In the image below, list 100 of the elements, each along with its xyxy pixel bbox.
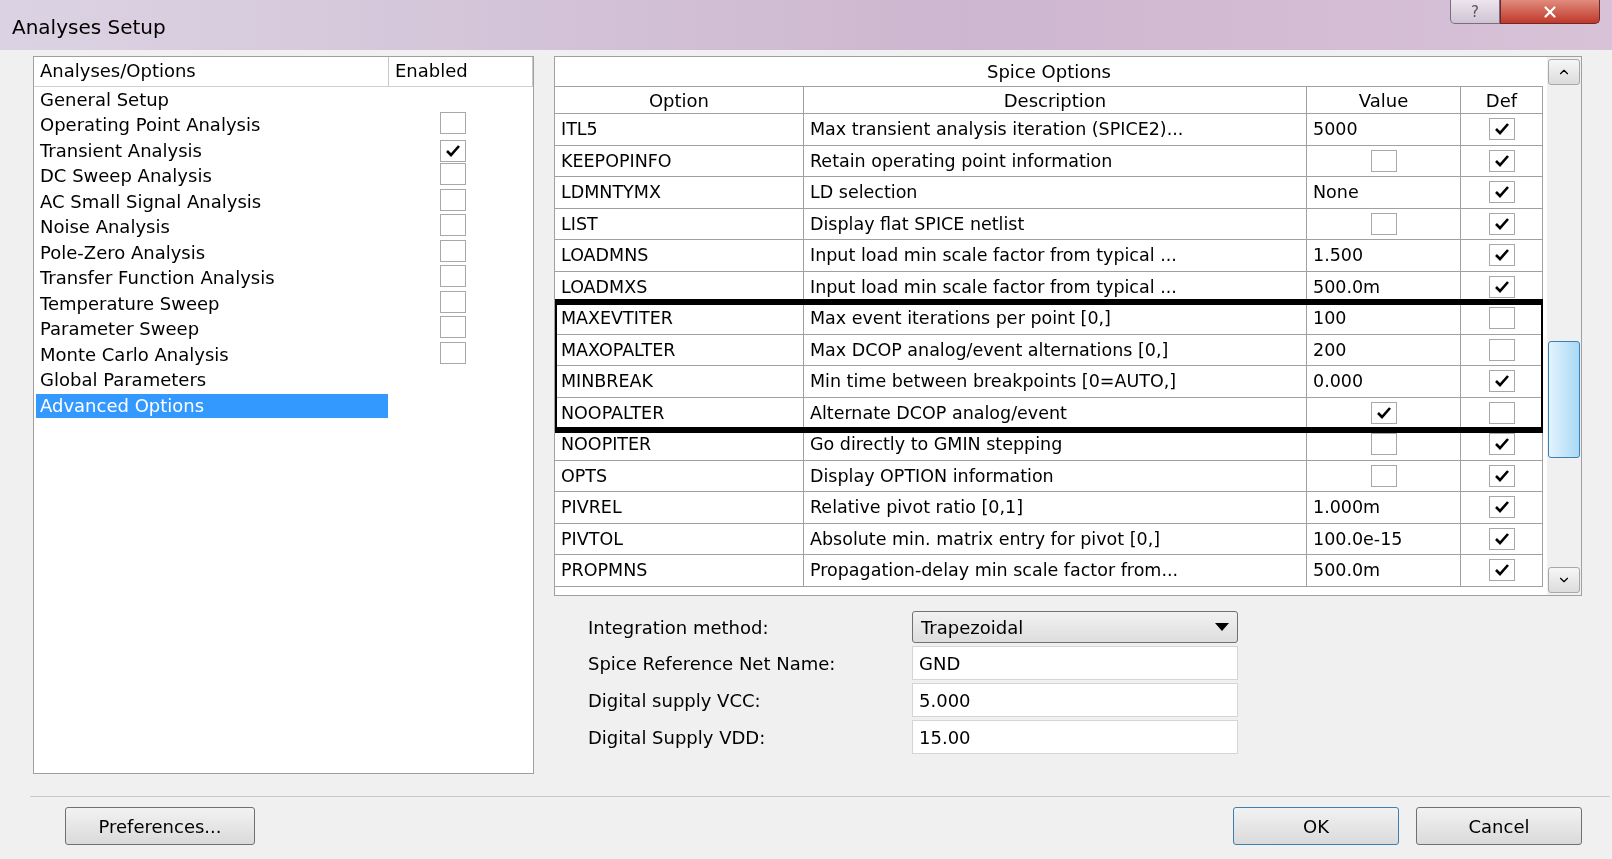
option-cell: MINBREAK xyxy=(555,366,804,398)
description-cell: Absolute min. matrix entry for pivot [0,] xyxy=(804,523,1307,555)
default-checkbox[interactable] xyxy=(1488,338,1515,361)
analysis-item[interactable]: Monte Carlo Analysis xyxy=(36,342,388,367)
default-checkbox[interactable] xyxy=(1488,559,1515,582)
checkmark-icon xyxy=(1494,438,1509,451)
analysis-item[interactable]: Operating Point Analysis xyxy=(36,113,388,138)
scroll-thumb[interactable] xyxy=(1548,341,1580,458)
analysis-item[interactable]: Transfer Function Analysis xyxy=(36,266,388,291)
input-field[interactable]: 5.000 xyxy=(912,683,1238,717)
default-checkbox[interactable] xyxy=(1488,401,1515,424)
option-cell: NOOPITER xyxy=(555,429,804,461)
cancel-button[interactable]: Cancel xyxy=(1416,807,1582,845)
description-cell: Display OPTION information xyxy=(804,460,1307,492)
default-checkbox[interactable] xyxy=(1488,370,1515,393)
analysis-item[interactable]: Noise Analysis xyxy=(36,215,388,240)
value-cell[interactable]: 5000 xyxy=(1307,114,1461,146)
enabled-checkbox[interactable] xyxy=(440,163,466,186)
value-cell[interactable]: 1.500 xyxy=(1307,240,1461,272)
help-button[interactable]: ? xyxy=(1450,0,1500,24)
description-cell: Alternate DCOP analog/event xyxy=(804,397,1307,429)
value-cell[interactable]: 0.000 xyxy=(1307,366,1461,398)
value-checkbox[interactable] xyxy=(1370,212,1397,235)
default-checkbox[interactable] xyxy=(1488,527,1515,550)
value-cell[interactable]: 500.0m xyxy=(1307,555,1461,587)
analysis-item[interactable]: Parameter Sweep xyxy=(36,317,388,342)
column-header: Description xyxy=(804,87,1307,114)
close-button[interactable] xyxy=(1500,0,1600,24)
ok-button[interactable]: OK xyxy=(1233,807,1399,845)
default-checkbox[interactable] xyxy=(1488,118,1515,141)
default-checkbox[interactable] xyxy=(1488,212,1515,235)
field-label: Digital Supply VDD: xyxy=(588,726,767,748)
enabled-checkbox[interactable] xyxy=(440,188,466,211)
description-cell: Max DCOP analog/event alternations [0,] xyxy=(804,334,1307,366)
description-cell: Max transient analysis iteration (SPICE2)... xyxy=(804,114,1307,146)
checkmark-icon xyxy=(1494,123,1509,136)
dropdown[interactable]: Trapezoidal xyxy=(912,611,1238,643)
scrollbar[interactable] xyxy=(1547,57,1581,595)
field-label: Integration method: xyxy=(588,616,770,638)
checkmark-icon xyxy=(1494,186,1509,199)
analysis-item[interactable]: Temperature Sweep xyxy=(36,291,388,316)
enabled-checkbox[interactable] xyxy=(440,265,466,288)
option-cell: LIST xyxy=(555,208,804,240)
checkmark-icon xyxy=(1494,469,1509,482)
value-cell[interactable]: 100.0e-15 xyxy=(1307,523,1461,555)
analysis-item[interactable]: Pole-Zero Analysis xyxy=(36,240,388,265)
default-checkbox[interactable] xyxy=(1488,307,1515,330)
enabled-checkbox[interactable] xyxy=(440,290,466,313)
analysis-item[interactable]: General Setup xyxy=(36,87,388,112)
analysis-item[interactable]: DC Sweep Analysis xyxy=(36,164,388,189)
column-header: Value xyxy=(1307,87,1461,114)
description-cell: Min time between breakpoints [0=AUTO,] xyxy=(804,366,1307,398)
enabled-checkbox[interactable] xyxy=(440,214,466,237)
scroll-down-button[interactable] xyxy=(1548,567,1580,593)
checkmark-icon xyxy=(1494,375,1509,388)
column-header: Analyses/Options xyxy=(34,57,389,86)
analysis-item[interactable]: Global Parameters xyxy=(36,368,388,393)
option-cell: KEEPOPINFO xyxy=(555,145,804,177)
value-cell[interactable]: 200 xyxy=(1307,334,1461,366)
option-cell: MAXEVTITER xyxy=(555,303,804,335)
option-cell: MAXOPALTER xyxy=(555,334,804,366)
column-header: Option xyxy=(555,87,804,114)
analysis-item[interactable]: AC Small Signal Analysis xyxy=(36,189,388,214)
default-checkbox[interactable] xyxy=(1488,181,1515,204)
preferences-button[interactable]: Preferences... xyxy=(65,807,255,845)
value-checkbox[interactable] xyxy=(1370,464,1397,487)
value-cell[interactable]: 500.0m xyxy=(1307,271,1461,303)
enabled-checkbox[interactable] xyxy=(440,341,466,364)
enabled-checkbox[interactable] xyxy=(440,112,466,135)
scroll-up-button[interactable] xyxy=(1548,59,1580,85)
field-label: Spice Reference Net Name: xyxy=(588,652,837,674)
enabled-checkbox[interactable] xyxy=(440,316,466,339)
description-cell: Go directly to GMIN stepping xyxy=(804,429,1307,461)
value-checkbox[interactable] xyxy=(1370,149,1397,172)
default-checkbox[interactable] xyxy=(1488,496,1515,519)
caret-icon xyxy=(1215,623,1229,631)
value-checkbox[interactable] xyxy=(1370,433,1397,456)
checkmark-icon xyxy=(1376,406,1391,419)
option-cell: NOOPALTER xyxy=(555,397,804,429)
input-field[interactable]: GND xyxy=(912,646,1238,680)
enabled-checkbox[interactable] xyxy=(440,139,466,162)
default-checkbox[interactable] xyxy=(1488,433,1515,456)
input-field[interactable]: 15.00 xyxy=(912,720,1238,754)
default-checkbox[interactable] xyxy=(1488,149,1515,172)
option-cell: LDMNTYMX xyxy=(555,177,804,209)
checkmark-icon xyxy=(1494,564,1509,577)
default-checkbox[interactable] xyxy=(1488,275,1515,298)
default-checkbox[interactable] xyxy=(1488,464,1515,487)
enabled-checkbox[interactable] xyxy=(440,239,466,262)
checkmark-icon xyxy=(446,144,460,157)
default-checkbox[interactable] xyxy=(1488,244,1515,267)
description-cell: Relative pivot ratio [0,1] xyxy=(804,492,1307,524)
description-cell: Max event iterations per point [0,] xyxy=(804,303,1307,335)
description-cell: Retain operating point information xyxy=(804,145,1307,177)
analysis-item[interactable]: Transient Analysis xyxy=(36,138,388,163)
value-checkbox[interactable] xyxy=(1370,401,1397,424)
description-cell: Display flat SPICE netlist xyxy=(804,208,1307,240)
value-cell[interactable]: 1.000m xyxy=(1307,492,1461,524)
value-cell[interactable]: 100 xyxy=(1307,303,1461,335)
value-cell[interactable]: None xyxy=(1307,177,1461,209)
